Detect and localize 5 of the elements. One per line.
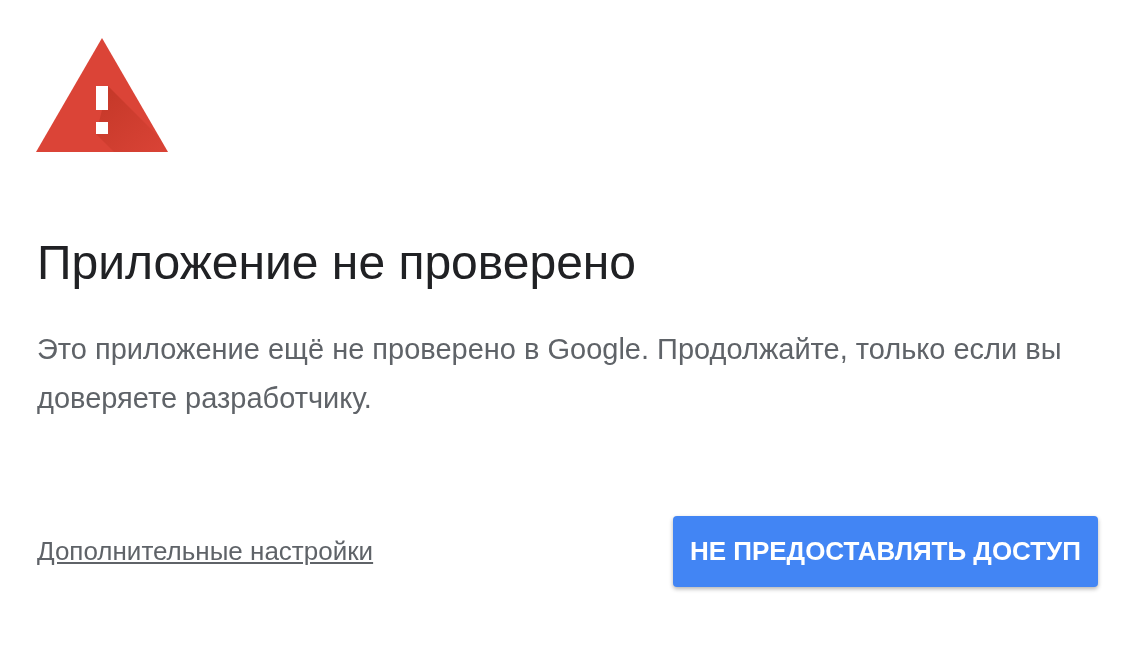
advanced-settings-link[interactable]: Дополнительные настройки xyxy=(37,536,374,567)
warning-message: Это приложение ещё не проверено в Google. Продолжайте, только если вы доверяете разработчику. xyxy=(37,332,1063,416)
warning-triangle-icon xyxy=(36,38,168,152)
deny-access-button[interactable]: НЕ ПРЕДОСТАВЛЯТЬ ДОСТУП xyxy=(672,516,1098,587)
page-heading: Приложение не проверено xyxy=(37,235,637,291)
